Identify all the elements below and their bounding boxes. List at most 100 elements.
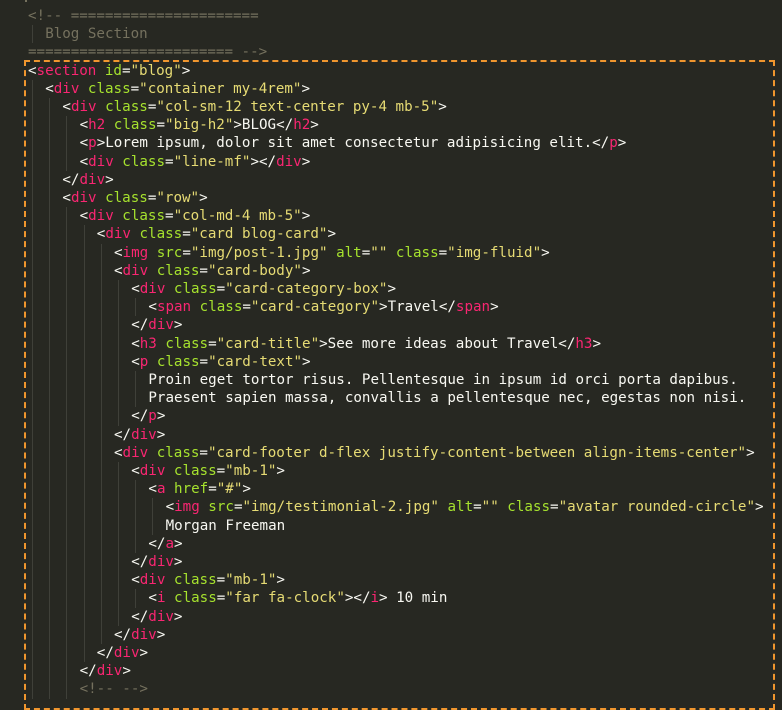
code-line[interactable]: ======================== --> xyxy=(28,43,267,61)
code-line[interactable]: <div class="card-category-box"> xyxy=(131,280,396,298)
indent-guide xyxy=(32,243,33,262)
indent-guide xyxy=(83,280,85,299)
code-line[interactable]: <div class="line-mf"></div> xyxy=(80,153,311,171)
code-line[interactable]: <!-- ====================== xyxy=(28,7,259,25)
code-line[interactable]: <div class="mb-1"> xyxy=(131,571,285,589)
code-line[interactable]: </div> xyxy=(131,316,182,334)
code-token-punc: > xyxy=(310,117,319,134)
indent-guide xyxy=(100,371,102,390)
code-token-punc: = xyxy=(242,299,251,316)
code-line[interactable]: <div class="col-md-4 mb-5"> xyxy=(80,207,311,225)
code-token-punc: < xyxy=(79,117,89,134)
code-token-tag: i xyxy=(370,590,380,607)
code-token-punc: = xyxy=(550,499,559,516)
code-token-punc: </ xyxy=(114,426,132,443)
code-token-punc: < xyxy=(114,444,123,461)
code-token-str: "" xyxy=(481,499,499,516)
indent-guide xyxy=(32,516,33,535)
code-line[interactable]: </div> xyxy=(114,426,165,444)
code-line[interactable]: <p class="card-text"> xyxy=(131,353,310,371)
indent-guide xyxy=(49,644,51,663)
code-line[interactable]: </div> xyxy=(62,171,113,189)
code-line[interactable]: <div class="card-body"> xyxy=(114,262,310,280)
code-line[interactable]: Blog Section xyxy=(45,25,148,43)
code-line[interactable]: </div> xyxy=(131,608,182,626)
code-token-text: Proin eget tortor risus. Pellentesque in… xyxy=(148,372,738,388)
code-token-tag: div xyxy=(276,153,302,170)
indent-guide xyxy=(32,480,33,499)
indent-guide xyxy=(49,352,51,371)
indent-guide xyxy=(32,571,33,590)
code-line[interactable]: <div class="card blog-card"> xyxy=(97,225,336,243)
indent-guide xyxy=(118,480,119,499)
code-token-text: Morgan Freeman xyxy=(165,517,286,534)
indent-guide xyxy=(66,298,68,317)
code-token-str: "container my-4rem" xyxy=(139,80,302,97)
code-line[interactable]: </p> xyxy=(131,407,165,425)
code-line[interactable]: Proin eget tortor risus. Pellentesque in… xyxy=(148,371,737,389)
code-token-text: 10 min xyxy=(387,590,448,607)
indent-guide xyxy=(32,607,33,626)
code-line[interactable]: <span class="card-category">Travel</span… xyxy=(148,298,498,316)
code-token-str: "card-text" xyxy=(208,353,303,370)
code-line[interactable]: </div> xyxy=(97,644,148,662)
code-token-tag: div xyxy=(139,281,166,297)
code-line[interactable]: <section id="blog"> xyxy=(28,62,190,80)
code-token-punc: = xyxy=(361,244,371,261)
indent-guide xyxy=(66,553,68,572)
code-token-str: "card-title" xyxy=(216,335,320,352)
code-token-str: "" xyxy=(370,244,388,261)
indent-guide xyxy=(66,152,68,171)
code-line[interactable]: </div> xyxy=(80,662,131,680)
indent-guide xyxy=(135,498,137,517)
code-token-punc: < xyxy=(62,190,71,206)
code-token-punc: = xyxy=(165,208,174,225)
code-token-tag: a xyxy=(165,535,175,552)
indent-guide xyxy=(32,625,33,644)
indent-guide xyxy=(100,553,102,572)
code-token-str: "mb-1" xyxy=(225,463,277,479)
code-line[interactable]: <div class="card-footer d-flex justify-c… xyxy=(114,444,755,462)
code-line[interactable]: <div class="row"> xyxy=(62,189,207,207)
indent-guide xyxy=(135,371,137,390)
code-line[interactable]: <img src="img/testimonial-2.jpg" alt="" … xyxy=(166,498,764,516)
code-line[interactable]: </div> xyxy=(131,553,182,571)
code-token-punc: </ xyxy=(438,299,456,316)
indent-guide xyxy=(118,407,119,426)
indent-guide xyxy=(118,516,119,535)
code-token-tag: div xyxy=(148,608,174,625)
code-token-punc: </ xyxy=(131,554,149,570)
code-token-punc: < xyxy=(79,135,89,152)
code-editor[interactable]: <!-- ====================== Blog Section =… xyxy=(0,0,782,710)
indent-guide xyxy=(49,407,51,426)
indent-guide xyxy=(49,98,51,117)
code-line[interactable]: <!-- --> xyxy=(80,680,148,698)
code-token-punc: = xyxy=(199,262,208,279)
code-line[interactable]: Praesent sapien massa, convallis a pelle… xyxy=(148,389,746,407)
code-line[interactable]: <div class="col-sm-12 text-center py-4 m… xyxy=(62,98,446,116)
code-line[interactable]: <i class="far fa-clock"></i> 10 min xyxy=(148,589,447,607)
indent-guide xyxy=(49,607,51,626)
code-line[interactable]: <img src="img/post-1.jpg" alt="" class="… xyxy=(114,244,550,262)
code-token-str: "card-body" xyxy=(207,262,302,279)
code-token-attr: class xyxy=(130,226,183,243)
indent-guide xyxy=(49,516,51,535)
code-token-str: "far fa-clock" xyxy=(225,590,345,607)
indent-guide xyxy=(100,316,102,335)
indent-guide xyxy=(83,371,85,390)
code-line[interactable]: <div class="mb-1"> xyxy=(131,462,285,480)
code-line[interactable]: <h3 class="card-title">See more ideas ab… xyxy=(131,335,601,353)
code-line[interactable]: Morgan Freeman xyxy=(166,517,286,535)
indent-guide xyxy=(66,261,68,280)
code-line[interactable]: <a href="#"> xyxy=(148,480,251,498)
indent-guide xyxy=(83,298,85,317)
code-line[interactable]: </div> xyxy=(114,626,165,644)
code-token-comment: ======================== --> xyxy=(28,44,268,61)
code-line[interactable]: <div class="container my-4rem"> xyxy=(45,80,310,98)
indent-guide xyxy=(49,534,51,553)
indent-guide xyxy=(100,389,102,408)
code-line[interactable]: <p>Lorem ipsum, dolor sit amet consectet… xyxy=(80,134,627,152)
code-line[interactable]: </a> xyxy=(148,535,182,553)
code-token-str: "row" xyxy=(156,190,200,206)
code-line[interactable]: <h2 class="big-h2">BLOG</h2> xyxy=(80,116,319,134)
